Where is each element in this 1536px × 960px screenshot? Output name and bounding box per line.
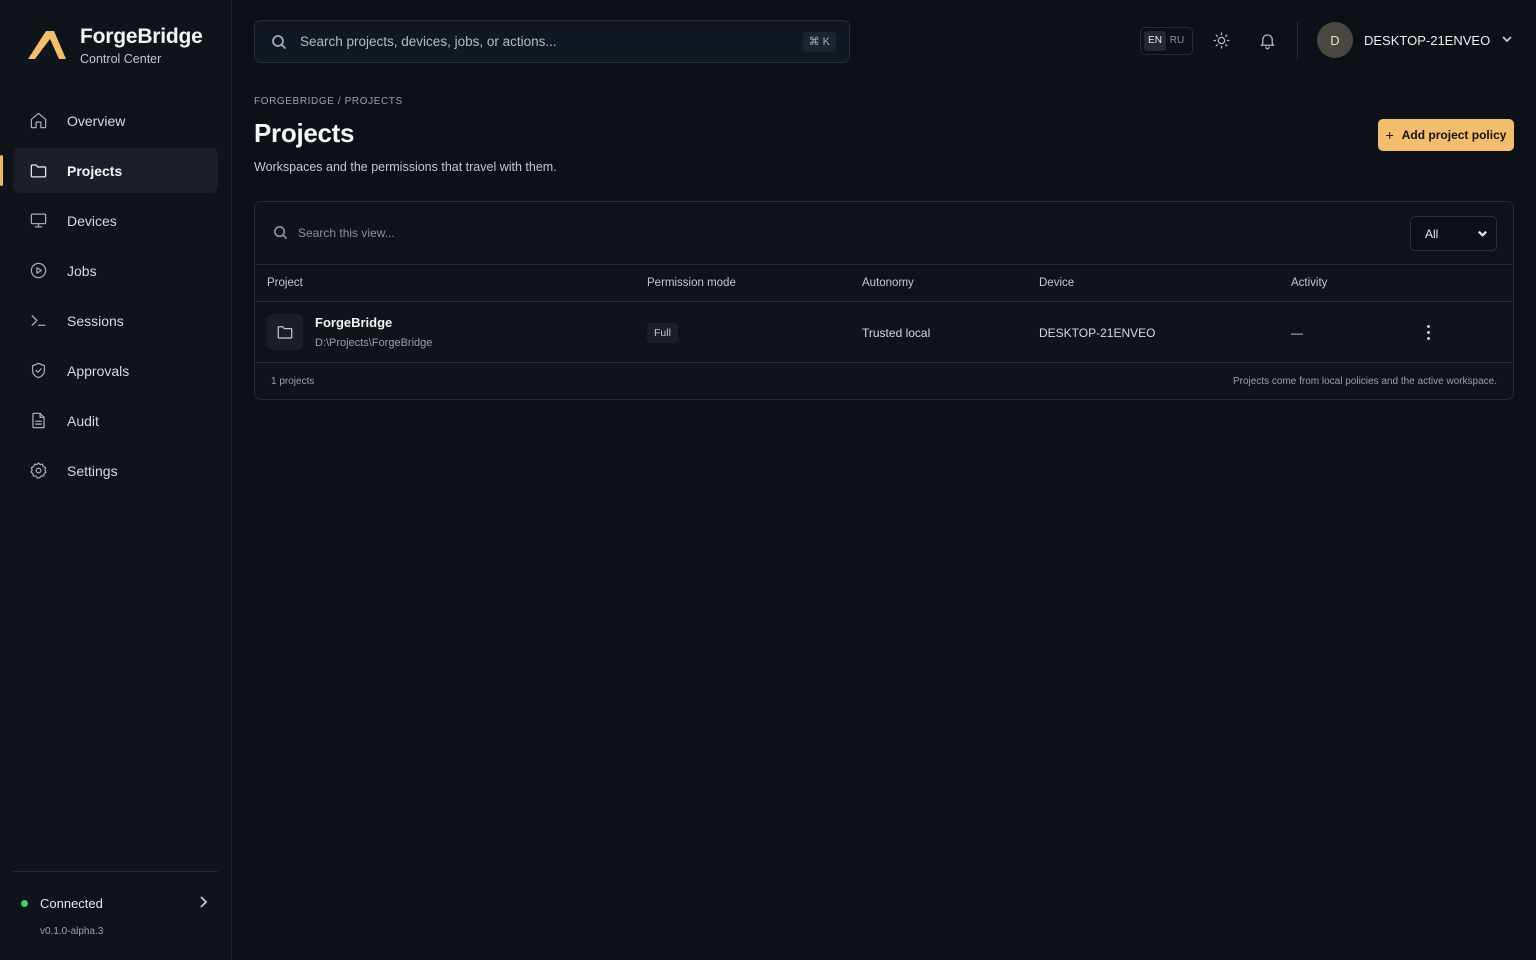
sidebar-item-label: Overview <box>67 112 126 129</box>
sidebar-item-sessions[interactable]: Sessions <box>13 298 218 343</box>
user-menu[interactable]: D DESKTOP-21ENVEO <box>1317 22 1514 58</box>
sidebar-item-jobs[interactable]: Jobs <box>13 248 218 293</box>
monitor-icon <box>28 211 48 231</box>
sidebar-item-label: Projects <box>67 162 123 179</box>
table-footnote: Projects come from local policies and th… <box>1232 376 1497 387</box>
sidebar-item-projects[interactable]: Projects <box>0 148 218 193</box>
table-row[interactable]: ForgeBridge D:\Projects\ForgeBridge Full… <box>255 302 1513 363</box>
sidebar-item-overview[interactable]: Overview <box>13 98 218 143</box>
project-count: 1 projects <box>271 376 315 387</box>
search-icon <box>272 34 287 49</box>
shortcut-hint: ⌘ K <box>802 31 836 52</box>
sidebar-item-approvals[interactable]: Approvals <box>13 348 218 393</box>
connection-toggle[interactable]: Connected <box>21 894 211 913</box>
device-cell: DESKTOP-21ENVEO <box>1039 326 1156 340</box>
column-header-device[interactable]: Device <box>1039 277 1074 289</box>
global-search-input[interactable]: Search projects, devices, jobs, or actio… <box>300 34 803 49</box>
sidebar-item-audit[interactable]: Audit <box>13 398 218 443</box>
column-header-autonomy[interactable]: Autonomy <box>862 277 914 289</box>
sidebar-item-devices[interactable]: Devices <box>13 198 218 243</box>
sidebar-item-label: Devices <box>67 212 117 229</box>
topbar-divider <box>1297 22 1298 59</box>
brand[interactable]: ForgeBridge Control Center <box>26 24 203 68</box>
status-dot-icon <box>21 900 28 907</box>
app-version: v0.1.0-alpha.3 <box>40 926 104 937</box>
sidebar: ForgeBridge Control Center Overview Proj… <box>0 0 232 960</box>
lang-ru-option[interactable]: RU <box>1166 31 1188 51</box>
projects-table: All Project Permission mode Autonomy Dev… <box>254 201 1514 400</box>
folder-icon <box>28 161 48 181</box>
table-header: Project Permission mode Autonomy Device … <box>255 265 1513 302</box>
play-circle-icon <box>28 261 48 281</box>
theme-toggle-sun-icon[interactable] <box>1212 31 1232 51</box>
home-icon <box>28 111 48 131</box>
column-header-permission[interactable]: Permission mode <box>647 277 736 289</box>
sidebar-item-settings[interactable]: Settings <box>13 448 218 493</box>
filter-select-value: All <box>1425 226 1439 241</box>
column-header-project[interactable]: Project <box>267 277 303 289</box>
add-project-policy-button[interactable]: + Add project policy <box>1378 119 1514 151</box>
forgebridge-logo-icon <box>28 31 66 59</box>
filter-select[interactable]: All <box>1410 216 1497 251</box>
sidebar-nav: Overview Projects Devices Jobs Sessions <box>0 98 218 498</box>
language-switch: EN RU <box>1140 27 1193 55</box>
breadcrumb: FORGEBRIDGE / PROJECTS <box>254 96 403 107</box>
page-title: Projects <box>254 118 355 148</box>
sidebar-item-label: Audit <box>67 412 99 429</box>
sidebar-item-label: Jobs <box>67 262 97 279</box>
terminal-icon <box>28 311 48 331</box>
project-path: D:\Projects\ForgeBridge <box>315 337 433 349</box>
brand-name: ForgeBridge <box>80 25 203 48</box>
autonomy-cell: Trusted local <box>862 326 931 340</box>
connection-status: Connected v0.1.0-alpha.3 <box>13 871 218 937</box>
activity-cell: — <box>1291 326 1303 340</box>
sidebar-item-label: Settings <box>67 462 118 479</box>
add-project-policy-label: Add project policy <box>1401 128 1507 142</box>
user-name: DESKTOP-21ENVEO <box>1364 32 1491 48</box>
folder-icon <box>267 314 303 350</box>
permission-badge: Full <box>647 323 678 343</box>
table-toolbar: All <box>255 202 1513 265</box>
project-name[interactable]: ForgeBridge <box>315 315 392 330</box>
bell-icon[interactable] <box>1258 31 1278 51</box>
chevron-down-icon <box>1478 230 1487 237</box>
global-search[interactable]: Search projects, devices, jobs, or actio… <box>254 20 850 63</box>
shield-check-icon <box>28 361 48 381</box>
gear-icon <box>28 461 48 481</box>
row-actions-kebab-icon[interactable] <box>1419 322 1437 342</box>
chevron-right-icon[interactable] <box>195 894 211 913</box>
chevron-down-icon <box>1500 32 1514 49</box>
table-footer: 1 projects Projects come from local poli… <box>255 363 1513 399</box>
column-header-activity[interactable]: Activity <box>1291 277 1327 289</box>
brand-subtitle: Control Center <box>80 52 162 66</box>
sidebar-item-label: Approvals <box>67 362 130 379</box>
document-icon <box>28 411 48 431</box>
table-search-input[interactable] <box>298 222 898 244</box>
search-icon <box>273 225 288 243</box>
avatar: D <box>1317 22 1353 58</box>
connection-label: Connected <box>40 896 103 911</box>
plus-icon: + <box>1385 127 1394 143</box>
page-description: Workspaces and the permissions that trav… <box>254 160 557 174</box>
sidebar-item-label: Sessions <box>67 312 124 329</box>
lang-en-option[interactable]: EN <box>1144 31 1166 51</box>
